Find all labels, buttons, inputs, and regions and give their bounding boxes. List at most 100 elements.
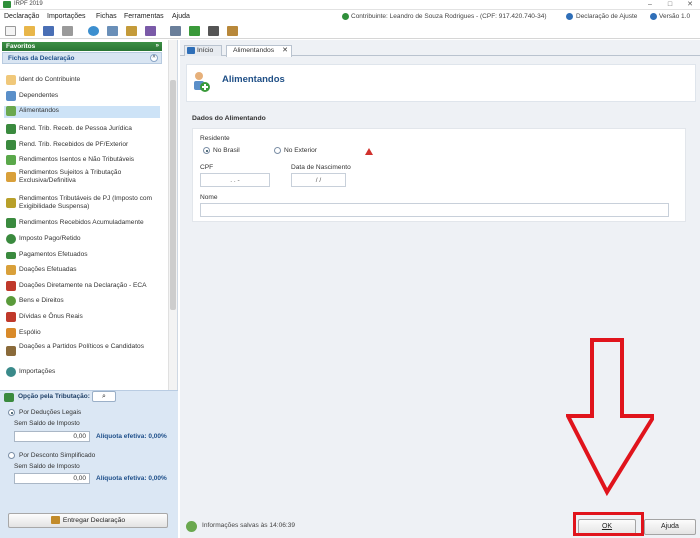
entregar-declaracao-button[interactable]: Entregar Declaração: [8, 513, 168, 528]
cpf-label: CPF: [200, 164, 214, 171]
favoritos-header[interactable]: Favoritos »: [2, 42, 162, 51]
person-add-icon: [6, 106, 16, 116]
import-icon: [6, 367, 16, 377]
calculator-icon[interactable]: [208, 26, 219, 36]
home-icon: [187, 47, 195, 54]
nome-input[interactable]: [200, 203, 669, 217]
money-bag-icon: [6, 155, 16, 165]
favoritos-label: Favoritos: [6, 43, 36, 50]
no-brasil-label: No Brasil: [213, 147, 240, 154]
app-icon: [3, 1, 11, 8]
simplificado-label: Por Desconto Simplificado: [19, 452, 96, 459]
sidebar-item-dependentes[interactable]: Dependentes: [6, 91, 164, 102]
debt-icon: [6, 312, 16, 322]
open-folder-icon[interactable]: [24, 26, 35, 36]
ok-highlight-box: [573, 512, 644, 536]
opcao-tributacao-panel: Opção pela Tributação: ⌕ Por Deduções Le…: [0, 390, 178, 538]
cpf-input[interactable]: . . -: [200, 173, 270, 187]
deducoes-label: Por Deduções Legais: [19, 409, 82, 416]
chevron-down-icon[interactable]: »: [156, 42, 159, 51]
sidebar-item-exigibilidade[interactable]: Rendimentos Tributáveis de PJ (Imposto c…: [6, 194, 164, 214]
simplificado-aliquota: Alíquota efetiva: 0,00%: [96, 475, 167, 482]
close-tab-icon[interactable]: ✕: [282, 46, 288, 56]
menu-ajuda[interactable]: Ajuda: [172, 13, 190, 20]
sidebar-item-partidos[interactable]: Doações a Partidos Políticos e Candidato…: [6, 342, 164, 362]
tab-bar: Início Alimentandos ✕: [180, 43, 700, 57]
sidebar-item-rend-pj[interactable]: Rend. Trib. Receb. de Pessoa Jurídica: [6, 124, 164, 135]
sidebar-item-doacoes-eca[interactable]: Doações Diretamente na Declaração - ECA: [6, 281, 164, 292]
import-icon[interactable]: [126, 26, 137, 36]
sidebar-item-alimentandos[interactable]: Alimentandos: [4, 106, 160, 118]
assets-icon: [6, 296, 16, 306]
maximize-button[interactable]: □: [660, 0, 680, 10]
menu-fichas[interactable]: Fichas: [96, 13, 117, 20]
sidebar-item-rend-pf[interactable]: Rend. Trib. Recebidos de PF/Exterior: [6, 140, 164, 151]
entregar-label: Entregar Declaração: [62, 517, 126, 524]
contribuinte-icon: [342, 13, 349, 20]
warning-money-icon: [6, 198, 16, 208]
deducoes-aliquota: Alíquota efetiva: 0,00%: [96, 433, 167, 440]
sidebar-item-bens[interactable]: Bens e Direitos: [6, 296, 164, 307]
window-title: IRPF 2019: [14, 1, 43, 7]
save-status: Informações salvas às 14:06:39: [202, 522, 296, 529]
sidebar-item-exclusiva[interactable]: Rendimentos Sujeitos à Tributação Exclus…: [6, 168, 164, 188]
person-add-icon: [194, 72, 210, 92]
books-icon[interactable]: [145, 26, 156, 36]
stack-icon: [6, 218, 16, 228]
minimize-button[interactable]: –: [640, 0, 660, 10]
tab-inicio[interactable]: Início: [184, 45, 222, 56]
form-panel: Residente No Brasil No Exterior CPF . . …: [192, 128, 686, 222]
sidebar-item-pagamentos[interactable]: Pagamentos Efetuados: [6, 250, 164, 261]
delete-icon[interactable]: [62, 26, 73, 36]
warning-icon: [365, 148, 373, 155]
sidebar-item-acumuladamente[interactable]: Rendimentos Recebidos Acumuladamente: [6, 218, 164, 229]
collapse-icon[interactable]: ^: [150, 54, 158, 62]
receipt-icon[interactable]: [227, 26, 238, 36]
ajuda-button[interactable]: Ajuda: [644, 519, 696, 535]
contribuinte-info: Contribuinte: Leandro de Souza Rodrigues…: [351, 13, 547, 20]
declaracao-icon: [566, 13, 573, 20]
radio-no-brasil[interactable]: [203, 147, 210, 154]
page-title: Alimentandos: [222, 74, 285, 85]
close-button[interactable]: ✕: [680, 0, 700, 10]
info-icon: [650, 13, 657, 20]
simplificado-valor: 0,00: [14, 473, 90, 484]
check-icon[interactable]: [189, 26, 200, 36]
radio-no-exterior[interactable]: [274, 147, 281, 154]
sidebar-item-doacoes[interactable]: Doações Efetuadas: [6, 265, 164, 276]
print-icon[interactable]: [170, 26, 181, 36]
menu-bar: Declaração Importações Fichas Ferramenta…: [0, 11, 700, 23]
deducoes-saldo-label: Sem Saldo de Imposto: [14, 420, 80, 427]
sidebar-item-importacoes[interactable]: Importações: [6, 367, 164, 378]
sidebar-item-ident[interactable]: Ident do Contribuinte: [6, 75, 164, 86]
nome-label: Nome: [200, 194, 218, 201]
search-icon[interactable]: ⌕: [92, 391, 116, 402]
globe-icon[interactable]: [88, 26, 99, 36]
banknote-icon: [6, 252, 16, 259]
menu-importacoes[interactable]: Importações: [47, 13, 86, 20]
coins-icon: [6, 172, 16, 182]
tab-alimentandos[interactable]: Alimentandos ✕: [226, 45, 292, 57]
simplificado-saldo-label: Sem Saldo de Imposto: [14, 463, 80, 470]
radio-desconto-simplificado[interactable]: [8, 452, 15, 459]
sidebar-item-espolio[interactable]: Espólio: [6, 328, 164, 339]
page-header: Alimentandos: [186, 64, 696, 102]
nascimento-input[interactable]: / /: [291, 173, 346, 187]
menu-declaracao[interactable]: Declaração: [4, 13, 39, 20]
sidebar-scrollbar[interactable]: [168, 40, 177, 390]
save-icon[interactable]: [43, 26, 54, 36]
gift-icon: [6, 281, 16, 291]
fichas-header[interactable]: Fichas da Declaração ^: [2, 52, 162, 64]
radio-deducoes-legais[interactable]: [8, 409, 15, 416]
export-icon[interactable]: [107, 26, 118, 36]
sidebar-item-imposto-pago[interactable]: Imposto Pago/Retido: [6, 234, 164, 245]
folder-icon: [6, 328, 16, 338]
menu-ferramentas[interactable]: Ferramentas: [124, 13, 164, 20]
sidebar-item-dividas[interactable]: Dívidas e Ônus Reais: [6, 312, 164, 323]
sidebar-item-isentos[interactable]: Rendimentos Isentos e Não Tributáveis: [6, 155, 164, 166]
nascimento-label: Data de Nascimento: [291, 164, 351, 171]
scrollbar-thumb[interactable]: [170, 80, 176, 310]
tax-icon: [6, 234, 16, 244]
new-document-icon[interactable]: [5, 26, 16, 36]
send-icon: [50, 516, 60, 525]
